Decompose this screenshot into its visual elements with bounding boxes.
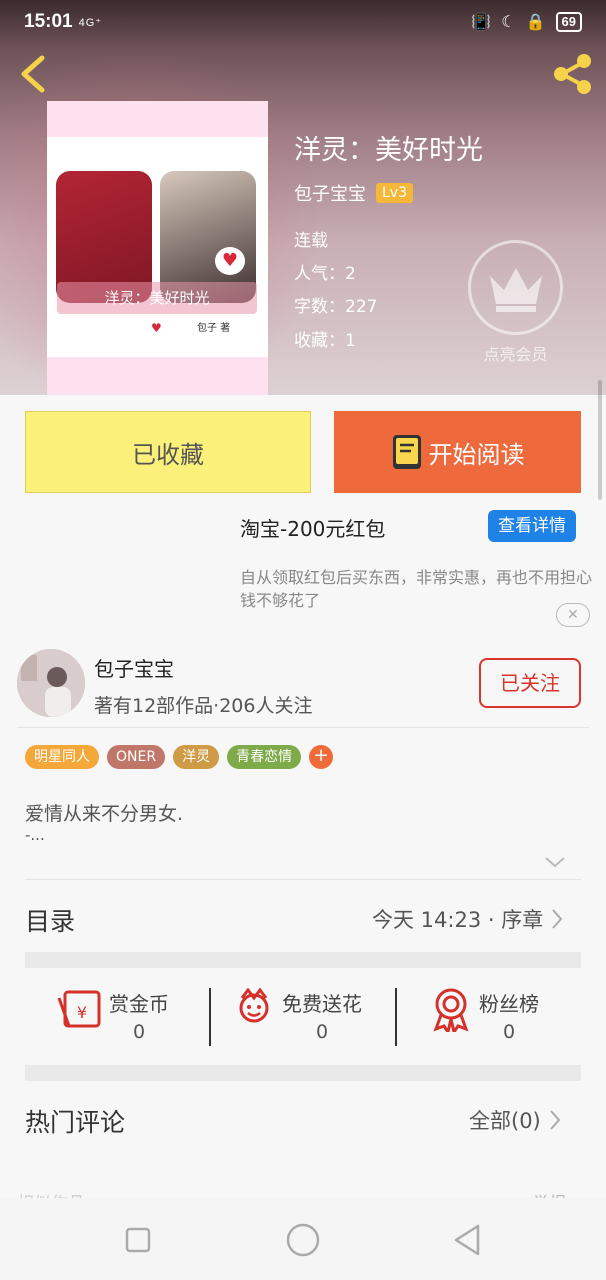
ad-close-icon[interactable]: ✕ — [556, 603, 590, 627]
start-reading-button[interactable]: 开始阅读 — [334, 411, 581, 493]
book-title: 洋灵：美好时光 — [294, 135, 483, 166]
back-button[interactable] — [14, 52, 54, 96]
fan-ranking[interactable]: 粉丝榜 0 — [431, 988, 539, 1048]
tag[interactable]: 洋灵 — [173, 745, 220, 769]
ad-description: 自从领取红包后买东西，非常实惠，再也不用担心钱不够花了 — [240, 568, 593, 610]
divider — [25, 879, 581, 880]
all-comments-link[interactable]: 全部(0) — [469, 1105, 561, 1135]
crown-icon — [468, 240, 563, 335]
system-nav-bar — [0, 1198, 606, 1280]
section-band — [25, 952, 581, 968]
chevron-right-icon — [552, 909, 563, 929]
divider — [395, 988, 397, 1046]
share-icon — [554, 54, 591, 94]
tag[interactable]: ONER — [107, 745, 166, 769]
cover-art: ♥ 洋灵：美好时光 ♥ 包子 著 — [47, 137, 268, 357]
avatar-photo — [17, 649, 85, 717]
reward-coins[interactable]: ¥ 赏金币 0 — [57, 988, 169, 1048]
all-comments-text: 全部(0) — [469, 1109, 541, 1133]
send-flowers[interactable]: 免费送花 0 — [234, 988, 362, 1048]
book-description-more: -... — [25, 826, 45, 844]
heart-icon: ♥ — [151, 321, 162, 335]
book-word-count: 字数：227 — [294, 297, 378, 317]
toc-latest-chapter[interactable]: 今天 14:23 · 序章 — [372, 904, 563, 934]
tag[interactable]: 明星同人 — [25, 745, 99, 769]
flowers-label: 免费送花 — [282, 992, 362, 1016]
expand-button[interactable] — [543, 854, 567, 870]
medal-icon — [433, 988, 469, 1032]
back-nav-button[interactable] — [448, 1220, 488, 1260]
book-icon — [392, 435, 421, 469]
collected-button[interactable]: 已收藏 — [25, 411, 311, 493]
heart-icon: ♥ — [215, 247, 245, 275]
flower-icon — [239, 988, 269, 1023]
fans-label: 粉丝榜 — [479, 992, 539, 1016]
book-header: 15:01 4G⁺ 📳 ☾ 🔒 69 ♥ 洋灵：美好时光 ♥ 包子 著 洋灵：美… — [0, 0, 606, 395]
tag[interactable]: 青春恋情 — [227, 745, 302, 769]
reward-value: 0 — [132, 1021, 146, 1043]
book-author[interactable]: 包子宝宝 — [294, 180, 366, 206]
chevron-left-icon — [21, 55, 45, 93]
hot-comments-label: 热门评论 — [25, 1108, 126, 1137]
moon-icon: ☾ — [501, 14, 516, 31]
vip-button[interactable]: 点亮会员 — [468, 240, 563, 370]
start-reading-label: 开始阅读 — [428, 440, 525, 469]
share-button[interactable] — [550, 52, 596, 96]
signal-icon: 4G⁺ — [78, 16, 103, 29]
fans-value: 0 — [502, 1021, 516, 1043]
toc-latest-text: 今天 14:23 · 序章 — [372, 908, 544, 932]
follow-button[interactable]: 已关注 — [479, 658, 581, 708]
chevron-right-icon — [550, 1110, 561, 1130]
home-button[interactable] — [283, 1220, 323, 1260]
chevron-down-icon — [545, 857, 565, 868]
recent-apps-button[interactable] — [118, 1220, 158, 1260]
section-band — [25, 1065, 581, 1081]
tag-list: 明星同人 ONER 洋灵 青春恋情 + — [25, 745, 334, 769]
svg-text:¥: ¥ — [77, 1003, 87, 1022]
ad-details-button[interactable]: 查看详情 — [488, 510, 576, 542]
vibrate-icon: 📳 — [471, 14, 492, 31]
book-cover[interactable]: ♥ 洋灵：美好时光 ♥ 包子 著 — [47, 101, 268, 395]
circle-icon — [286, 1223, 320, 1257]
lock-icon: 🔒 — [525, 14, 546, 31]
cover-author: 包子 著 — [197, 323, 231, 334]
square-icon — [125, 1227, 151, 1253]
book-favorites: 收藏：1 — [294, 331, 356, 351]
battery-icon: 69 — [555, 12, 582, 32]
status-bar: 15:01 4G⁺ 📳 ☾ 🔒 69 — [0, 0, 606, 44]
red-envelope-icon: ¥ — [57, 990, 101, 1028]
status-icons: 📳 ☾ 🔒 69 — [471, 12, 582, 32]
add-tag-button[interactable]: + — [309, 745, 334, 769]
book-author-row: 包子宝宝 Lv3 — [294, 180, 413, 206]
triangle-back-icon — [454, 1224, 480, 1256]
toc-label[interactable]: 目录 — [25, 902, 75, 938]
author-name[interactable]: 包子宝宝 — [94, 653, 174, 682]
divider — [209, 988, 211, 1046]
author-avatar[interactable] — [17, 649, 85, 717]
ad-title[interactable]: 淘宝-200元红包 — [240, 513, 385, 542]
book-status: 连载 — [294, 231, 328, 251]
vip-label: 点亮会员 — [483, 345, 548, 364]
status-time: 15:01 — [24, 11, 73, 32]
flowers-value: 0 — [315, 1021, 329, 1043]
scrollbar[interactable] — [598, 380, 602, 500]
book-description: 爱情从来不分男女. — [25, 803, 184, 825]
book-popularity: 人气：2 — [294, 264, 356, 284]
divider — [17, 727, 589, 728]
cover-title: 洋灵：美好时光 — [57, 282, 257, 314]
author-stats: 著有12部作品·206人关注 — [94, 695, 313, 717]
level-badge: Lv3 — [376, 183, 413, 203]
reward-label: 赏金币 — [109, 992, 169, 1016]
